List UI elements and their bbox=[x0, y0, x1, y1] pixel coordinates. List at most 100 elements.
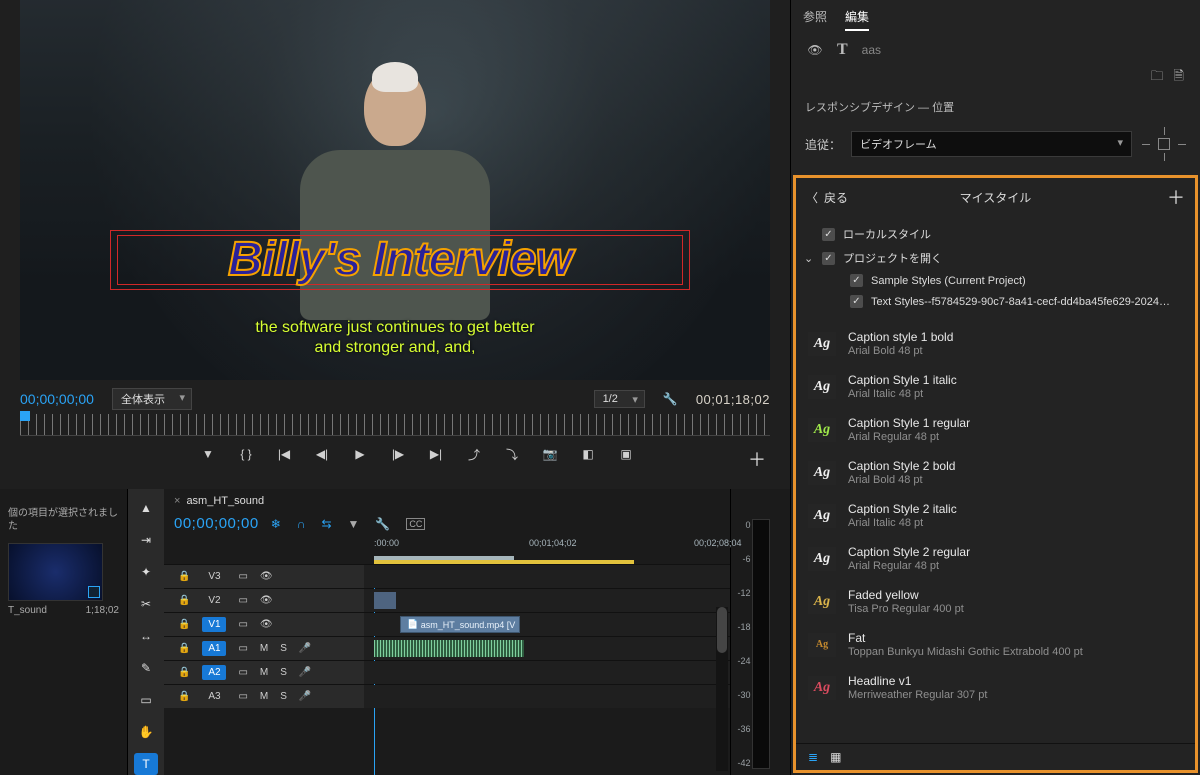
new-layer-icon[interactable]: 🗎 bbox=[1174, 67, 1184, 89]
list-view-icon[interactable]: ≣ bbox=[808, 750, 818, 764]
compare-icon[interactable]: ◧ bbox=[580, 446, 596, 462]
caret-icon[interactable]: ⌄ bbox=[804, 252, 814, 265]
style-swatch: Ag bbox=[808, 504, 836, 528]
style-item[interactable]: Ag Faded yellow Tisa Pro Regular 400 pt bbox=[796, 580, 1195, 623]
track-v1[interactable]: 🔒V1▭👁 📄 asm_HT_sound.mp4 [V bbox=[164, 612, 730, 636]
style-name: Caption Style 2 regular bbox=[848, 545, 970, 559]
mark-in-icon[interactable]: ▼ bbox=[200, 446, 216, 462]
audio-meter: 0-6-12-18-24-30-36-42 bbox=[752, 519, 770, 769]
styles-filter-tree: ✓ローカルスタイル ⌄✓プロジェクトを開く ✓Sample Styles (Cu… bbox=[796, 216, 1195, 322]
checkbox-project[interactable]: ✓ bbox=[822, 252, 835, 265]
responsive-design-label: レスポンシブデザイン — 位置 bbox=[803, 95, 1188, 125]
text-layer-name[interactable]: aas bbox=[862, 43, 881, 57]
timeline-toolbar: ▲ ⇥ ✦ ✂ ↔ ✎ ▭ ✋ T bbox=[128, 489, 164, 775]
program-tc-left[interactable]: 00;00;00;00 bbox=[20, 391, 94, 407]
text-layer-row[interactable]: 👁 T aas bbox=[803, 31, 1188, 67]
style-name: Headline v1 bbox=[848, 674, 987, 688]
program-scrubber[interactable] bbox=[20, 414, 770, 436]
styles-panel-title: マイスタイル bbox=[796, 189, 1195, 206]
safe-margins-icon[interactable]: ▣ bbox=[618, 446, 634, 462]
checkbox-sample[interactable]: ✓ bbox=[850, 274, 863, 287]
timeline-ruler[interactable]: :00:00 00;01;04;02 00;02;08;04 bbox=[364, 538, 730, 556]
new-group-icon[interactable]: 🗀 bbox=[1151, 67, 1164, 89]
style-item[interactable]: Ag Caption Style 1 regular Arial Regular… bbox=[796, 408, 1195, 451]
project-clip-thumb[interactable] bbox=[8, 543, 103, 601]
resolution-dropdown[interactable]: 1/2 bbox=[594, 390, 645, 408]
style-item[interactable]: Ag Caption style 1 bold Arial Bold 48 pt bbox=[796, 322, 1195, 365]
slip-tool-icon[interactable]: ↔ bbox=[134, 625, 158, 647]
transport-bar: ▼ { } |◀ ◀| ▶ |▶ ▶| ⤴ ⤵ 📷 ◧ ▣ ＋ bbox=[0, 436, 790, 486]
style-item[interactable]: Ag Headline v1 Merriweather Regular 307 … bbox=[796, 666, 1195, 709]
extract-icon[interactable]: ⤵ bbox=[504, 446, 520, 462]
grid-view-icon[interactable]: ▦ bbox=[830, 750, 841, 764]
razor-tool-icon[interactable]: ✂ bbox=[134, 593, 158, 615]
style-desc: Arial Bold 48 pt bbox=[848, 474, 955, 486]
program-tc-right: 00;01;18;02 bbox=[696, 392, 770, 407]
graphics-clip[interactable] bbox=[374, 592, 396, 609]
track-a3[interactable]: 🔒A3▭MS🎤 bbox=[164, 684, 730, 708]
checkbox-local[interactable]: ✓ bbox=[822, 228, 835, 241]
go-out-icon[interactable]: ▶| bbox=[428, 446, 444, 462]
video-clip[interactable]: 📄 asm_HT_sound.mp4 [V bbox=[400, 616, 520, 633]
style-desc: Arial Regular 48 pt bbox=[848, 431, 970, 443]
export-frame-icon[interactable]: 📷 bbox=[542, 446, 558, 462]
step-back-icon[interactable]: ◀| bbox=[314, 446, 330, 462]
linked-sel-icon[interactable]: ⇆ bbox=[321, 517, 331, 531]
title-text[interactable]: Billy's Interview bbox=[118, 236, 682, 284]
track-a1[interactable]: 🔒A1▭MS🎤 bbox=[164, 636, 730, 660]
style-swatch: Ag bbox=[808, 633, 836, 657]
track-select-tool-icon[interactable]: ⇥ bbox=[134, 529, 158, 551]
ripple-tool-icon[interactable]: ✦ bbox=[134, 561, 158, 583]
sequence-tab[interactable]: ×asm_HT_sound bbox=[174, 495, 264, 511]
marker-icon[interactable]: ▼ bbox=[348, 517, 360, 531]
program-canvas[interactable]: Billy's Interview the software just cont… bbox=[20, 0, 770, 380]
meter-tick: -12 bbox=[737, 588, 750, 598]
hand-tool-icon[interactable]: ✋ bbox=[134, 721, 158, 743]
track-v3[interactable]: 🔒V3▭👁 bbox=[164, 564, 730, 588]
track-v2[interactable]: 🔒V2▭👁 bbox=[164, 588, 730, 612]
add-button-icon[interactable]: ＋ bbox=[748, 446, 790, 472]
styles-list: Ag Caption style 1 bold Arial Bold 48 pt… bbox=[796, 322, 1195, 743]
pin-widget[interactable] bbox=[1142, 127, 1186, 161]
checkbox-long[interactable]: ✓ bbox=[850, 295, 863, 308]
magnet-icon[interactable]: ∩ bbox=[297, 517, 306, 531]
rectangle-tool-icon[interactable]: ▭ bbox=[134, 689, 158, 711]
settings-icon[interactable]: 🔧 bbox=[663, 392, 678, 406]
style-item[interactable]: Ag Fat Toppan Bunkyu Midashi Gothic Extr… bbox=[796, 623, 1195, 666]
tab-edit[interactable]: 編集 bbox=[845, 8, 869, 31]
snap-icon[interactable]: ❄ bbox=[271, 517, 281, 531]
add-style-icon[interactable]: ＋ bbox=[1167, 184, 1185, 210]
style-desc: Arial Bold 48 pt bbox=[848, 345, 953, 357]
style-item[interactable]: Ag Caption Style 2 regular Arial Regular… bbox=[796, 537, 1195, 580]
project-clip-name[interactable]: T_sound bbox=[8, 605, 47, 616]
selection-tool-icon[interactable]: ▲ bbox=[134, 497, 158, 519]
wrench2-icon[interactable]: 🔧 bbox=[375, 517, 390, 531]
meter-tick: -18 bbox=[737, 622, 750, 632]
style-item[interactable]: Ag Caption Style 2 italic Arial Italic 4… bbox=[796, 494, 1195, 537]
style-item[interactable]: Ag Caption Style 1 italic Arial Italic 4… bbox=[796, 365, 1195, 408]
style-name: Caption Style 2 bold bbox=[848, 459, 955, 473]
go-in-icon[interactable]: |◀ bbox=[276, 446, 292, 462]
style-swatch: Ag bbox=[808, 418, 836, 442]
zoom-dropdown[interactable]: 全体表示 bbox=[112, 388, 192, 410]
tab-browse[interactable]: 参照 bbox=[803, 8, 827, 31]
type-tool-icon[interactable]: T bbox=[134, 753, 158, 775]
style-name: Caption Style 2 italic bbox=[848, 502, 957, 516]
visibility-icon[interactable]: 👁 bbox=[807, 43, 823, 57]
audio-clip-a1[interactable] bbox=[374, 640, 524, 657]
graphic-title-layer[interactable]: Billy's Interview bbox=[110, 230, 690, 290]
pen-tool-icon[interactable]: ✎ bbox=[134, 657, 158, 679]
lift-icon[interactable]: ⤴ bbox=[466, 446, 482, 462]
follow-dropdown[interactable]: ビデオフレーム bbox=[851, 131, 1132, 157]
meter-tick: -30 bbox=[737, 690, 750, 700]
style-swatch: Ag bbox=[808, 332, 836, 356]
track-a2[interactable]: 🔒A2▭MS🎤 bbox=[164, 660, 730, 684]
mark-out-icon[interactable]: { } bbox=[238, 446, 254, 462]
style-swatch: Ag bbox=[808, 547, 836, 571]
timeline-tc[interactable]: 00;00;00;00 bbox=[174, 515, 259, 532]
step-fwd-icon[interactable]: |▶ bbox=[390, 446, 406, 462]
style-item[interactable]: Ag Caption Style 2 bold Arial Bold 48 pt bbox=[796, 451, 1195, 494]
style-desc: Tisa Pro Regular 400 pt bbox=[848, 603, 964, 615]
cc-icon[interactable]: CC bbox=[406, 518, 425, 530]
play-icon[interactable]: ▶ bbox=[352, 446, 368, 462]
